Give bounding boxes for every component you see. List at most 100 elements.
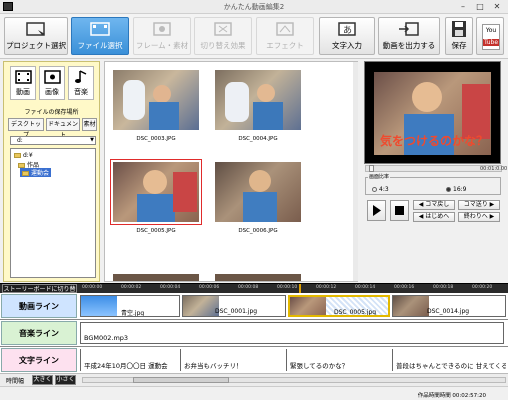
documents-button[interactable]: ドキュメント [46,118,80,139]
preview-time: 00:01:0.00 [480,166,508,172]
effect-icon [276,22,294,36]
scroll-thumb[interactable] [133,377,229,383]
timeline-ruler: ストーリーボードに切り替え 00:00:00 00:00:02 00:00:04 00… [0,283,508,302]
tree-node-sports-day[interactable]: 運動会 [20,168,52,177]
radio-selected-icon [446,187,451,192]
ruler-tick-label: 00:00:12 [316,285,337,290]
youtube-button[interactable]: You Tube [476,17,504,55]
photo-thumbnail [110,159,202,225]
text-clip[interactable]: 平成24年10月〇〇日 運動会 [80,349,179,371]
timeline-clip-selected[interactable]: DSC_0005.jpg [288,295,390,317]
frame-back-button[interactable]: ◀ コマ戻し [413,200,455,210]
text-clip[interactable]: お弁当もバッチリ！ [180,349,284,371]
transition-icon [214,22,232,36]
zoom-in-button[interactable]: 大きく [32,375,53,385]
project-select-button[interactable]: プロジェクト選択 [4,17,68,55]
text-clip[interactable]: 緊張してるのかな？ [286,349,390,371]
maximize-icon[interactable]: □ [472,1,488,12]
video-preview: 気をつけるのかな？ [364,61,501,164]
text-input-button[interactable]: あ 文字入力 [319,17,375,55]
timeline-clip[interactable]: DSC_0014.jpg [392,295,506,317]
text-clip[interactable]: 普段はちゃんとできるのに 甘えてくる [392,349,506,371]
photo-thumbnail [113,70,199,130]
title-bar: かんたん動画編集2 – □ ✕ [0,0,508,14]
thumbnail-item-selected[interactable]: DSC_0005.JPG [110,159,202,234]
tree-node-root[interactable]: d:¥ [14,152,33,159]
folder-tree[interactable]: d:¥ 作品 運動会 [10,148,96,278]
music-line-label: 音楽ライン [1,321,77,345]
thumbnail-item[interactable]: DSC_0004.JPG [215,70,301,142]
material-button[interactable]: 素材 [82,118,97,131]
save-icon [452,21,466,37]
thumbnail-scrollbar[interactable] [353,62,358,281]
aspect-ratio-group: 画面比率 4:3 16:9 [365,173,501,195]
video-lane: 動画ライン 青空.jpg DSC_0001.jpg DSC_0005.jpg D… [0,293,508,320]
video-line-label: 動画ライン [1,294,77,318]
thumbnail-item[interactable]: DSC_0006.JPG [215,162,301,234]
photo-thumbnail [215,274,301,281]
file-select-button[interactable]: ファイル選択 [71,17,129,55]
stop-button[interactable] [390,200,409,221]
aspect-4-3-radio[interactable]: 4:3 [372,186,389,193]
preview-caption: 気をつけるのかな？ [380,134,489,148]
youtube-icon: You Tube [482,24,500,50]
status-bar: 作品時間時間 00:02:57:20 [0,386,508,400]
photo-thumbnail [215,162,301,222]
photo-thumbnail [215,70,301,130]
effect-button[interactable]: エフェクト [256,17,314,55]
chevron-down-icon: ▼ [90,137,94,143]
storyboard-toggle-button[interactable]: ストーリーボードに切り替え [2,284,77,302]
flower-image-icon [44,70,61,84]
project-duration: 作品時間時間 00:02:57:20 [417,393,486,399]
timeline-clip[interactable]: DSC_0001.jpg [182,295,286,317]
ruler-tick-label: 00:00:06 [199,285,220,290]
drive-select[interactable]: d: ▼ [10,136,96,145]
media-tab-music[interactable]: 音楽 [68,66,94,100]
minimize-icon[interactable]: – [455,1,471,12]
music-clip[interactable]: BGM002.mp3 [80,322,504,344]
folder-location-label: ファイルの保存場所 [24,109,79,116]
svg-text:あ: あ [343,25,352,36]
ruler-tick-label: 00:00:14 [355,285,376,290]
text-line-label: 文字ライン [1,348,77,372]
thumbnail-item[interactable]: DSC_0003.JPG [113,70,199,142]
seek-handle[interactable] [369,165,374,172]
zoom-out-button[interactable]: 小さく [55,375,76,385]
aspect-16-9-radio[interactable]: 16:9 [446,186,466,193]
frame-forward-button[interactable]: コマ送り ▶ [458,200,500,210]
folder-icon [14,153,21,158]
media-tab-image[interactable]: 画像 [39,66,65,100]
frame-material-button[interactable]: フレーム・素材 [133,17,191,55]
media-source-panel: 動画 画像 音楽 ファイルの保存場所 デスクトップ ドキュメント 素材 d: ▼… [3,61,100,282]
desktop-button[interactable]: デスクトップ [8,118,44,139]
timeline-clip[interactable]: 青空.jpg [80,295,180,317]
ruler-tick-label: 00:00:08 [238,285,259,290]
ruler-tick-label: 00:00:18 [433,285,454,290]
window-title: かんたん動画編集2 [223,3,285,11]
timeline-scrollbar[interactable] [82,377,506,383]
thumbnail-item[interactable] [113,274,199,281]
radio-icon [372,187,377,192]
text-lane: 文字ライン 平成24年10月〇〇日 運動会 お弁当もバッチリ！ 緊張してるのかな… [0,347,508,374]
stop-icon [395,206,404,215]
media-tab-video[interactable]: 動画 [10,66,36,100]
time-scale-label: 時間幅 [6,378,25,385]
frame-icon [153,22,171,36]
to-end-button[interactable]: 終わりへ ▶ [458,212,500,222]
main-toolbar: プロジェクト選択 ファイル選択 フレーム・素材 切り替え効果 エフェクト あ 文… [0,14,508,59]
ruler-tick-label: 00:00:00 [82,285,103,290]
aspect-ratio-title: 画面比率 [368,173,391,180]
transition-button[interactable]: 切り替え効果 [194,17,252,55]
ruler-tick-label: 00:00:04 [160,285,181,290]
play-button[interactable] [367,200,386,221]
project-icon [26,22,45,36]
to-start-button[interactable]: ◀ はじめへ [413,212,455,222]
film-icon [15,70,32,84]
export-video-button[interactable]: 動画を出力する [378,17,440,55]
music-lane: 音楽ライン BGM002.mp3 [0,320,508,347]
close-icon[interactable]: ✕ [489,1,505,12]
play-icon [373,205,381,216]
thumbnail-item[interactable] [215,274,301,281]
ruler-tick-label: 00:00:02 [121,285,142,290]
save-button[interactable]: 保存 [445,17,473,55]
